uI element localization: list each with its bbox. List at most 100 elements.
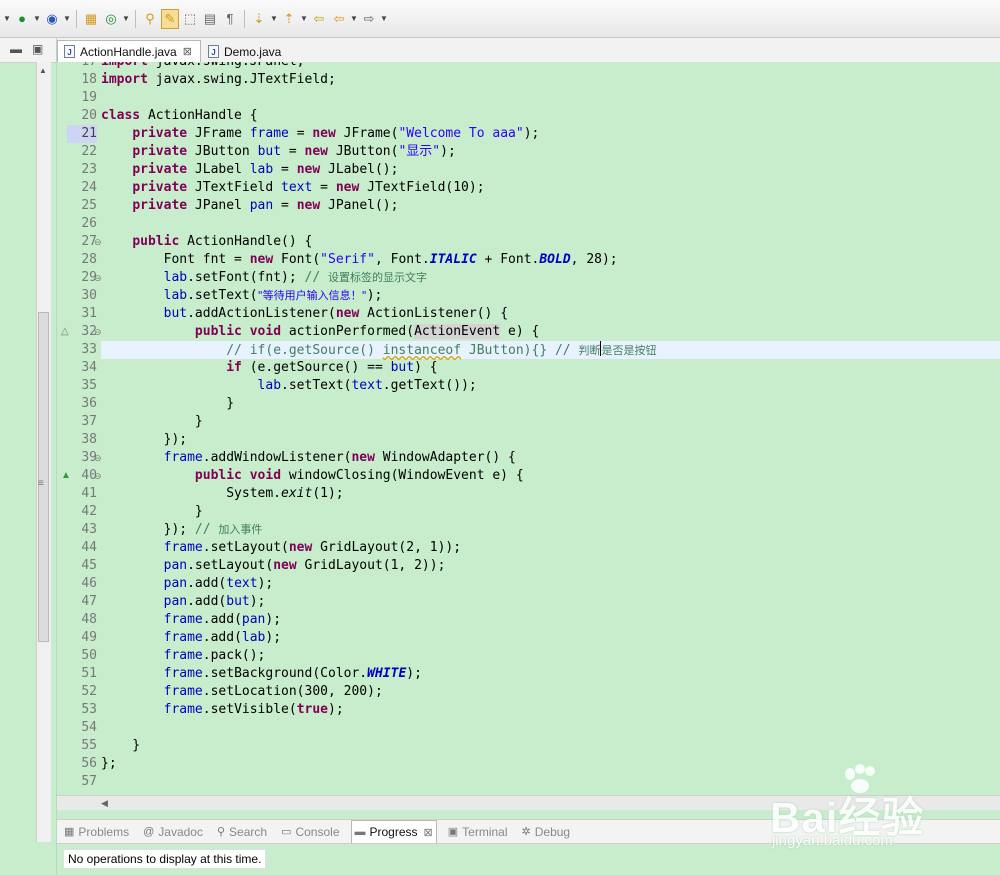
code-line[interactable]: private JPanel pan = new JPanel(); xyxy=(101,197,398,215)
view-tab-debug[interactable]: ✲ Debug xyxy=(519,820,574,843)
line-number: 30 xyxy=(81,288,97,303)
view-tab-search[interactable]: ⚲ Search xyxy=(214,820,270,843)
code-token: WindowAdapter() { xyxy=(374,450,516,465)
code-token: text xyxy=(226,576,258,591)
run-icon[interactable]: ● xyxy=(13,9,31,29)
code-line[interactable]: private JLabel lab = new JLabel(); xyxy=(101,161,398,179)
code-token: // if(e.getSource() xyxy=(226,343,383,358)
code-token: = xyxy=(281,144,305,159)
code-token: lab xyxy=(249,162,274,177)
close-tab-icon[interactable]: ⊠ xyxy=(183,45,192,58)
line-number: 19 xyxy=(81,90,97,105)
code-line[interactable]: public void actionPerformed(ActionEvent … xyxy=(101,323,539,341)
view-tab-problems[interactable]: ▦ Problems xyxy=(61,820,132,843)
code-area[interactable]: import javax.swing.JPanel;import javax.s… xyxy=(101,62,1000,795)
scroll-left-icon[interactable]: ◀ xyxy=(101,796,108,810)
code-token: ); xyxy=(366,288,383,303)
horizontal-scrollbar[interactable]: ◀ xyxy=(57,795,1000,810)
view-tab-javadoc[interactable]: @ Javadoc xyxy=(140,820,206,843)
code-token: e) { xyxy=(500,324,540,339)
toggle-mark-occurrences-icon[interactable]: ⚲ xyxy=(141,9,159,29)
external-tools-dropdown-icon[interactable]: ▼ xyxy=(63,9,71,29)
dropdown-arrow-icon[interactable]: ▼ xyxy=(3,9,11,29)
code-line[interactable]: frame.setBackground(Color.WHITE); xyxy=(101,665,422,683)
view-tab-progress[interactable]: ▬ Progress ⊠ xyxy=(350,820,437,843)
implements-marker-icon[interactable]: ▲ xyxy=(61,467,71,485)
code-line[interactable]: import javax.swing.JPanel; xyxy=(101,62,305,71)
code-line[interactable]: frame.add(pan); xyxy=(101,611,281,629)
code-line[interactable]: import javax.swing.JTextField; xyxy=(101,71,336,89)
code-token: .setLayout( xyxy=(202,540,289,555)
code-editor[interactable]: 1718192021222324252627⊖2829⊖303132⊖△3334… xyxy=(57,62,1000,795)
problems-icon: ▦ xyxy=(64,826,75,838)
code-line[interactable]: lab.setText("等待用户输入信息！"); xyxy=(101,287,383,305)
scroll-up-icon[interactable]: ▲ xyxy=(39,66,47,75)
code-token: lab xyxy=(241,630,266,645)
maximize-icon[interactable]: ▣ xyxy=(32,42,43,56)
code-line[interactable]: frame.pack(); xyxy=(101,647,266,665)
editor-tab-1[interactable]: J Demo.java xyxy=(201,40,290,62)
next-annotation-dropdown-icon[interactable]: ▼ xyxy=(270,9,278,29)
run-dropdown-icon[interactable]: ▼ xyxy=(33,9,41,29)
forward-dropdown-icon[interactable]: ▼ xyxy=(380,9,388,29)
code-line[interactable]: if (e.getSource() == but) { xyxy=(101,359,437,377)
code-line[interactable]: frame.setLayout(new GridLayout(2, 1)); xyxy=(101,539,461,557)
code-line[interactable]: frame.add(lab); xyxy=(101,629,281,647)
override-marker-icon[interactable]: △ xyxy=(61,323,69,341)
external-tools-icon[interactable]: ◉ xyxy=(43,9,61,29)
code-line[interactable]: pan.add(but); xyxy=(101,593,266,611)
line-number: 24 xyxy=(81,180,97,195)
code-token: frame xyxy=(163,702,203,717)
code-line[interactable]: private JButton but = new JButton("显示"); xyxy=(101,143,455,161)
show-whitespace-icon[interactable]: ▤ xyxy=(201,9,219,29)
code-line[interactable]: private JTextField text = new JTextField… xyxy=(101,179,484,197)
code-line[interactable]: public void windowClosing(WindowEvent e)… xyxy=(101,467,524,485)
code-line[interactable]: frame.addWindowListener(new WindowAdapte… xyxy=(101,449,516,467)
line-number: 45 xyxy=(81,558,97,573)
code-line[interactable]: lab.setFont(fnt); // 设置标签的显示文字 xyxy=(101,269,427,287)
last-edit-location-icon[interactable]: ⇦ xyxy=(310,9,328,29)
code-line[interactable]: System.exit(1); xyxy=(101,485,343,503)
code-line[interactable]: public ActionHandle() { xyxy=(101,233,312,251)
scrollbar-thumb[interactable] xyxy=(38,312,49,642)
block-selection-icon[interactable]: ⬚ xyxy=(181,9,199,29)
back-icon[interactable]: ⇦ xyxy=(330,9,348,29)
back-dropdown-icon[interactable]: ▼ xyxy=(350,9,358,29)
code-line[interactable]: Font fnt = new Font("Serif", Font.ITALIC… xyxy=(101,251,618,269)
code-token: instanceof xyxy=(382,343,462,358)
minimize-icon[interactable]: ▬ xyxy=(10,42,22,56)
toggle-highlight-icon[interactable]: ✎ xyxy=(161,8,179,29)
code-line[interactable]: }); xyxy=(101,431,187,449)
previous-annotation-icon[interactable]: ⇡ xyxy=(280,9,298,29)
code-line[interactable]: lab.setText(text.getText()); xyxy=(101,377,477,395)
code-token: } xyxy=(101,738,141,753)
code-line[interactable]: but.addActionListener(new ActionListener… xyxy=(101,305,508,323)
code-line[interactable]: pan.setLayout(new GridLayout(1, 2)); xyxy=(101,557,446,575)
code-line[interactable]: // if(e.getSource() instanceof JButton){… xyxy=(101,341,656,359)
open-type-icon[interactable]: ◎ xyxy=(102,9,120,29)
code-token: JTextField xyxy=(187,180,282,195)
view-tab-terminal[interactable]: ▣ Terminal xyxy=(445,820,511,843)
code-line[interactable]: frame.setVisible(true); xyxy=(101,701,344,719)
code-line[interactable]: } xyxy=(101,503,203,521)
code-line[interactable]: private JFrame frame = new JFrame("Welco… xyxy=(101,125,539,143)
code-line[interactable]: frame.setLocation(300, 200); xyxy=(101,683,383,701)
code-token: ); xyxy=(265,630,282,645)
code-line[interactable]: }; xyxy=(101,755,117,773)
new-java-package-icon[interactable]: ▦ xyxy=(82,9,100,29)
open-type-dropdown-icon[interactable]: ▼ xyxy=(122,9,130,29)
editor-tab-0[interactable]: J ActionHandle.java ⊠ xyxy=(57,40,201,62)
left-vertical-scrollbar[interactable]: ▲ xyxy=(36,62,51,842)
code-line[interactable]: } xyxy=(101,395,234,413)
previous-annotation-dropdown-icon[interactable]: ▼ xyxy=(300,9,308,29)
code-line[interactable]: } xyxy=(101,737,140,755)
view-tab-console[interactable]: ▭ Console xyxy=(278,820,342,843)
code-line[interactable]: }); // 加入事件 xyxy=(101,521,263,539)
code-line[interactable]: class ActionHandle { xyxy=(101,107,258,125)
forward-icon[interactable]: ⇨ xyxy=(360,9,378,29)
close-view-icon[interactable]: ⊠ xyxy=(424,826,433,839)
next-annotation-icon[interactable]: ⇣ xyxy=(250,9,268,29)
code-line[interactable]: pan.add(text); xyxy=(101,575,274,593)
paragraph-icon[interactable]: ¶ xyxy=(221,9,239,29)
code-line[interactable]: } xyxy=(101,413,203,431)
